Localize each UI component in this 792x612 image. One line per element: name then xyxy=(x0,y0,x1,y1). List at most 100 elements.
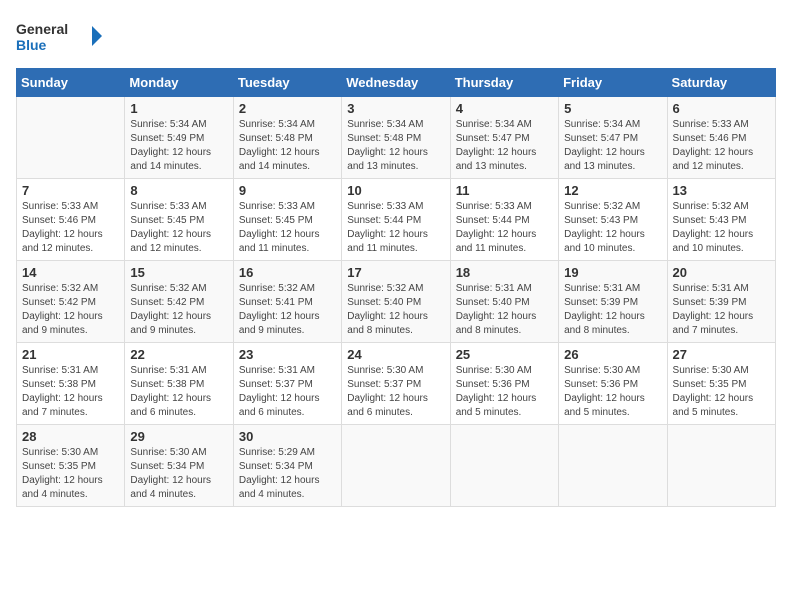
day-info: Sunrise: 5:30 AM Sunset: 5:35 PM Dayligh… xyxy=(673,364,770,420)
calendar-cell xyxy=(342,425,450,507)
calendar-week-row: 28Sunrise: 5:30 AM Sunset: 5:35 PM Dayli… xyxy=(17,425,776,507)
calendar-cell: 10Sunrise: 5:33 AM Sunset: 5:44 PM Dayli… xyxy=(342,179,450,261)
day-info: Sunrise: 5:32 AM Sunset: 5:43 PM Dayligh… xyxy=(564,200,661,256)
day-number: 11 xyxy=(456,183,553,198)
day-info: Sunrise: 5:31 AM Sunset: 5:40 PM Dayligh… xyxy=(456,282,553,338)
calendar-cell: 27 Sunrise: 5:30 AM Sunset: 5:35 PM Dayli… xyxy=(667,343,775,425)
day-number: 4 xyxy=(456,101,553,116)
calendar-cell: 3 Sunrise: 5:34 AM Sunset: 5:48 PM Daylig… xyxy=(342,97,450,179)
calendar-cell: 1 Sunrise: 5:34 AM Sunset: 5:49 PM Daylig… xyxy=(125,97,233,179)
calendar-cell xyxy=(17,97,125,179)
day-info: Sunrise: 5:34 AM Sunset: 5:47 PM Dayligh… xyxy=(456,118,553,174)
day-info: Sunrise: 5:33 AM Sunset: 5:44 PM Dayligh… xyxy=(456,200,553,256)
calendar-week-row: 1 Sunrise: 5:34 AM Sunset: 5:49 PM Daylig… xyxy=(17,97,776,179)
calendar-cell: 15 Sunrise: 5:32 AM Sunset: 5:42 PM Dayli… xyxy=(125,261,233,343)
calendar-cell: 25 Sunrise: 5:30 AM Sunset: 5:36 PM Dayli… xyxy=(450,343,558,425)
col-header-tuesday: Tuesday xyxy=(233,69,341,97)
calendar-cell xyxy=(559,425,667,507)
day-number: 26 xyxy=(564,347,661,362)
day-number: 30 xyxy=(239,429,336,444)
calendar-cell: 8Sunrise: 5:33 AM Sunset: 5:45 PM Daylig… xyxy=(125,179,233,261)
logo: General Blue xyxy=(16,16,106,56)
calendar-week-row: 14 Sunrise: 5:32 AM Sunset: 5:42 PM Dayli… xyxy=(17,261,776,343)
day-info: Sunrise: 5:29 AM Sunset: 5:34 PM Dayligh… xyxy=(239,446,336,502)
day-number: 15 xyxy=(130,265,227,280)
day-number: 21 xyxy=(22,347,119,362)
calendar-week-row: 7 Sunrise: 5:33 AM Sunset: 5:46 PM Daylig… xyxy=(17,179,776,261)
calendar-cell: 6Sunrise: 5:33 AM Sunset: 5:46 PM Daylig… xyxy=(667,97,775,179)
day-info: Sunrise: 5:34 AM Sunset: 5:49 PM Dayligh… xyxy=(130,118,227,174)
calendar-cell: 5 Sunrise: 5:34 AM Sunset: 5:47 PM Daylig… xyxy=(559,97,667,179)
svg-text:General: General xyxy=(16,21,68,37)
day-info: Sunrise: 5:30 AM Sunset: 5:37 PM Dayligh… xyxy=(347,364,444,420)
day-number: 12 xyxy=(564,183,661,198)
calendar-cell: 2 Sunrise: 5:34 AM Sunset: 5:48 PM Daylig… xyxy=(233,97,341,179)
day-number: 3 xyxy=(347,101,444,116)
day-info: Sunrise: 5:33 AM Sunset: 5:45 PM Dayligh… xyxy=(130,200,227,256)
day-number: 7 xyxy=(22,183,119,198)
day-info: Sunrise: 5:31 AM Sunset: 5:39 PM Dayligh… xyxy=(564,282,661,338)
calendar-table: SundayMondayTuesdayWednesdayThursdayFrid… xyxy=(16,68,776,507)
day-number: 5 xyxy=(564,101,661,116)
day-number: 27 xyxy=(673,347,770,362)
day-info: Sunrise: 5:32 AM Sunset: 5:42 PM Dayligh… xyxy=(130,282,227,338)
calendar-cell: 12 Sunrise: 5:32 AM Sunset: 5:43 PM Dayli… xyxy=(559,179,667,261)
day-number: 29 xyxy=(130,429,227,444)
day-number: 18 xyxy=(456,265,553,280)
calendar-cell: 4 Sunrise: 5:34 AM Sunset: 5:47 PM Daylig… xyxy=(450,97,558,179)
day-info: Sunrise: 5:33 AM Sunset: 5:46 PM Dayligh… xyxy=(673,118,770,174)
day-info: Sunrise: 5:34 AM Sunset: 5:48 PM Dayligh… xyxy=(239,118,336,174)
svg-text:Blue: Blue xyxy=(16,37,47,53)
calendar-header-row: SundayMondayTuesdayWednesdayThursdayFrid… xyxy=(17,69,776,97)
day-number: 1 xyxy=(130,101,227,116)
day-number: 10 xyxy=(347,183,444,198)
day-number: 2 xyxy=(239,101,336,116)
day-info: Sunrise: 5:31 AM Sunset: 5:37 PM Dayligh… xyxy=(239,364,336,420)
day-info: Sunrise: 5:31 AM Sunset: 5:38 PM Dayligh… xyxy=(22,364,119,420)
day-number: 19 xyxy=(564,265,661,280)
col-header-monday: Monday xyxy=(125,69,233,97)
calendar-cell: 13 Sunrise: 5:32 AM Sunset: 5:43 PM Dayli… xyxy=(667,179,775,261)
calendar-week-row: 21 Sunrise: 5:31 AM Sunset: 5:38 PM Dayli… xyxy=(17,343,776,425)
day-number: 20 xyxy=(673,265,770,280)
calendar-cell: 24 Sunrise: 5:30 AM Sunset: 5:37 PM Dayli… xyxy=(342,343,450,425)
col-header-sunday: Sunday xyxy=(17,69,125,97)
day-info: Sunrise: 5:34 AM Sunset: 5:48 PM Dayligh… xyxy=(347,118,444,174)
calendar-cell: 30 Sunrise: 5:29 AM Sunset: 5:34 PM Dayli… xyxy=(233,425,341,507)
day-info: Sunrise: 5:30 AM Sunset: 5:36 PM Dayligh… xyxy=(456,364,553,420)
day-number: 16 xyxy=(239,265,336,280)
calendar-cell: 28Sunrise: 5:30 AM Sunset: 5:35 PM Dayli… xyxy=(17,425,125,507)
day-info: Sunrise: 5:33 AM Sunset: 5:45 PM Dayligh… xyxy=(239,200,336,256)
day-info: Sunrise: 5:30 AM Sunset: 5:35 PM Dayligh… xyxy=(22,446,119,502)
day-info: Sunrise: 5:33 AM Sunset: 5:46 PM Dayligh… xyxy=(22,200,119,256)
day-info: Sunrise: 5:31 AM Sunset: 5:38 PM Dayligh… xyxy=(130,364,227,420)
calendar-cell: 21 Sunrise: 5:31 AM Sunset: 5:38 PM Dayli… xyxy=(17,343,125,425)
calendar-cell: 29 Sunrise: 5:30 AM Sunset: 5:34 PM Dayli… xyxy=(125,425,233,507)
day-number: 14 xyxy=(22,265,119,280)
col-header-thursday: Thursday xyxy=(450,69,558,97)
day-info: Sunrise: 5:32 AM Sunset: 5:43 PM Dayligh… xyxy=(673,200,770,256)
calendar-cell: 9 Sunrise: 5:33 AM Sunset: 5:45 PM Daylig… xyxy=(233,179,341,261)
day-info: Sunrise: 5:30 AM Sunset: 5:36 PM Dayligh… xyxy=(564,364,661,420)
calendar-cell: 18 Sunrise: 5:31 AM Sunset: 5:40 PM Dayli… xyxy=(450,261,558,343)
day-info: Sunrise: 5:32 AM Sunset: 5:42 PM Dayligh… xyxy=(22,282,119,338)
day-number: 23 xyxy=(239,347,336,362)
day-info: Sunrise: 5:32 AM Sunset: 5:40 PM Dayligh… xyxy=(347,282,444,338)
calendar-cell: 11 Sunrise: 5:33 AM Sunset: 5:44 PM Dayli… xyxy=(450,179,558,261)
day-info: Sunrise: 5:32 AM Sunset: 5:41 PM Dayligh… xyxy=(239,282,336,338)
calendar-cell: 19 Sunrise: 5:31 AM Sunset: 5:39 PM Dayli… xyxy=(559,261,667,343)
day-number: 25 xyxy=(456,347,553,362)
day-number: 24 xyxy=(347,347,444,362)
col-header-saturday: Saturday xyxy=(667,69,775,97)
calendar-cell: 22 Sunrise: 5:31 AM Sunset: 5:38 PM Dayli… xyxy=(125,343,233,425)
col-header-wednesday: Wednesday xyxy=(342,69,450,97)
calendar-cell: 26 Sunrise: 5:30 AM Sunset: 5:36 PM Dayli… xyxy=(559,343,667,425)
logo-svg: General Blue xyxy=(16,16,106,56)
day-number: 13 xyxy=(673,183,770,198)
day-number: 9 xyxy=(239,183,336,198)
day-info: Sunrise: 5:30 AM Sunset: 5:34 PM Dayligh… xyxy=(130,446,227,502)
day-info: Sunrise: 5:31 AM Sunset: 5:39 PM Dayligh… xyxy=(673,282,770,338)
calendar-cell: 7 Sunrise: 5:33 AM Sunset: 5:46 PM Daylig… xyxy=(17,179,125,261)
day-info: Sunrise: 5:34 AM Sunset: 5:47 PM Dayligh… xyxy=(564,118,661,174)
day-number: 22 xyxy=(130,347,227,362)
